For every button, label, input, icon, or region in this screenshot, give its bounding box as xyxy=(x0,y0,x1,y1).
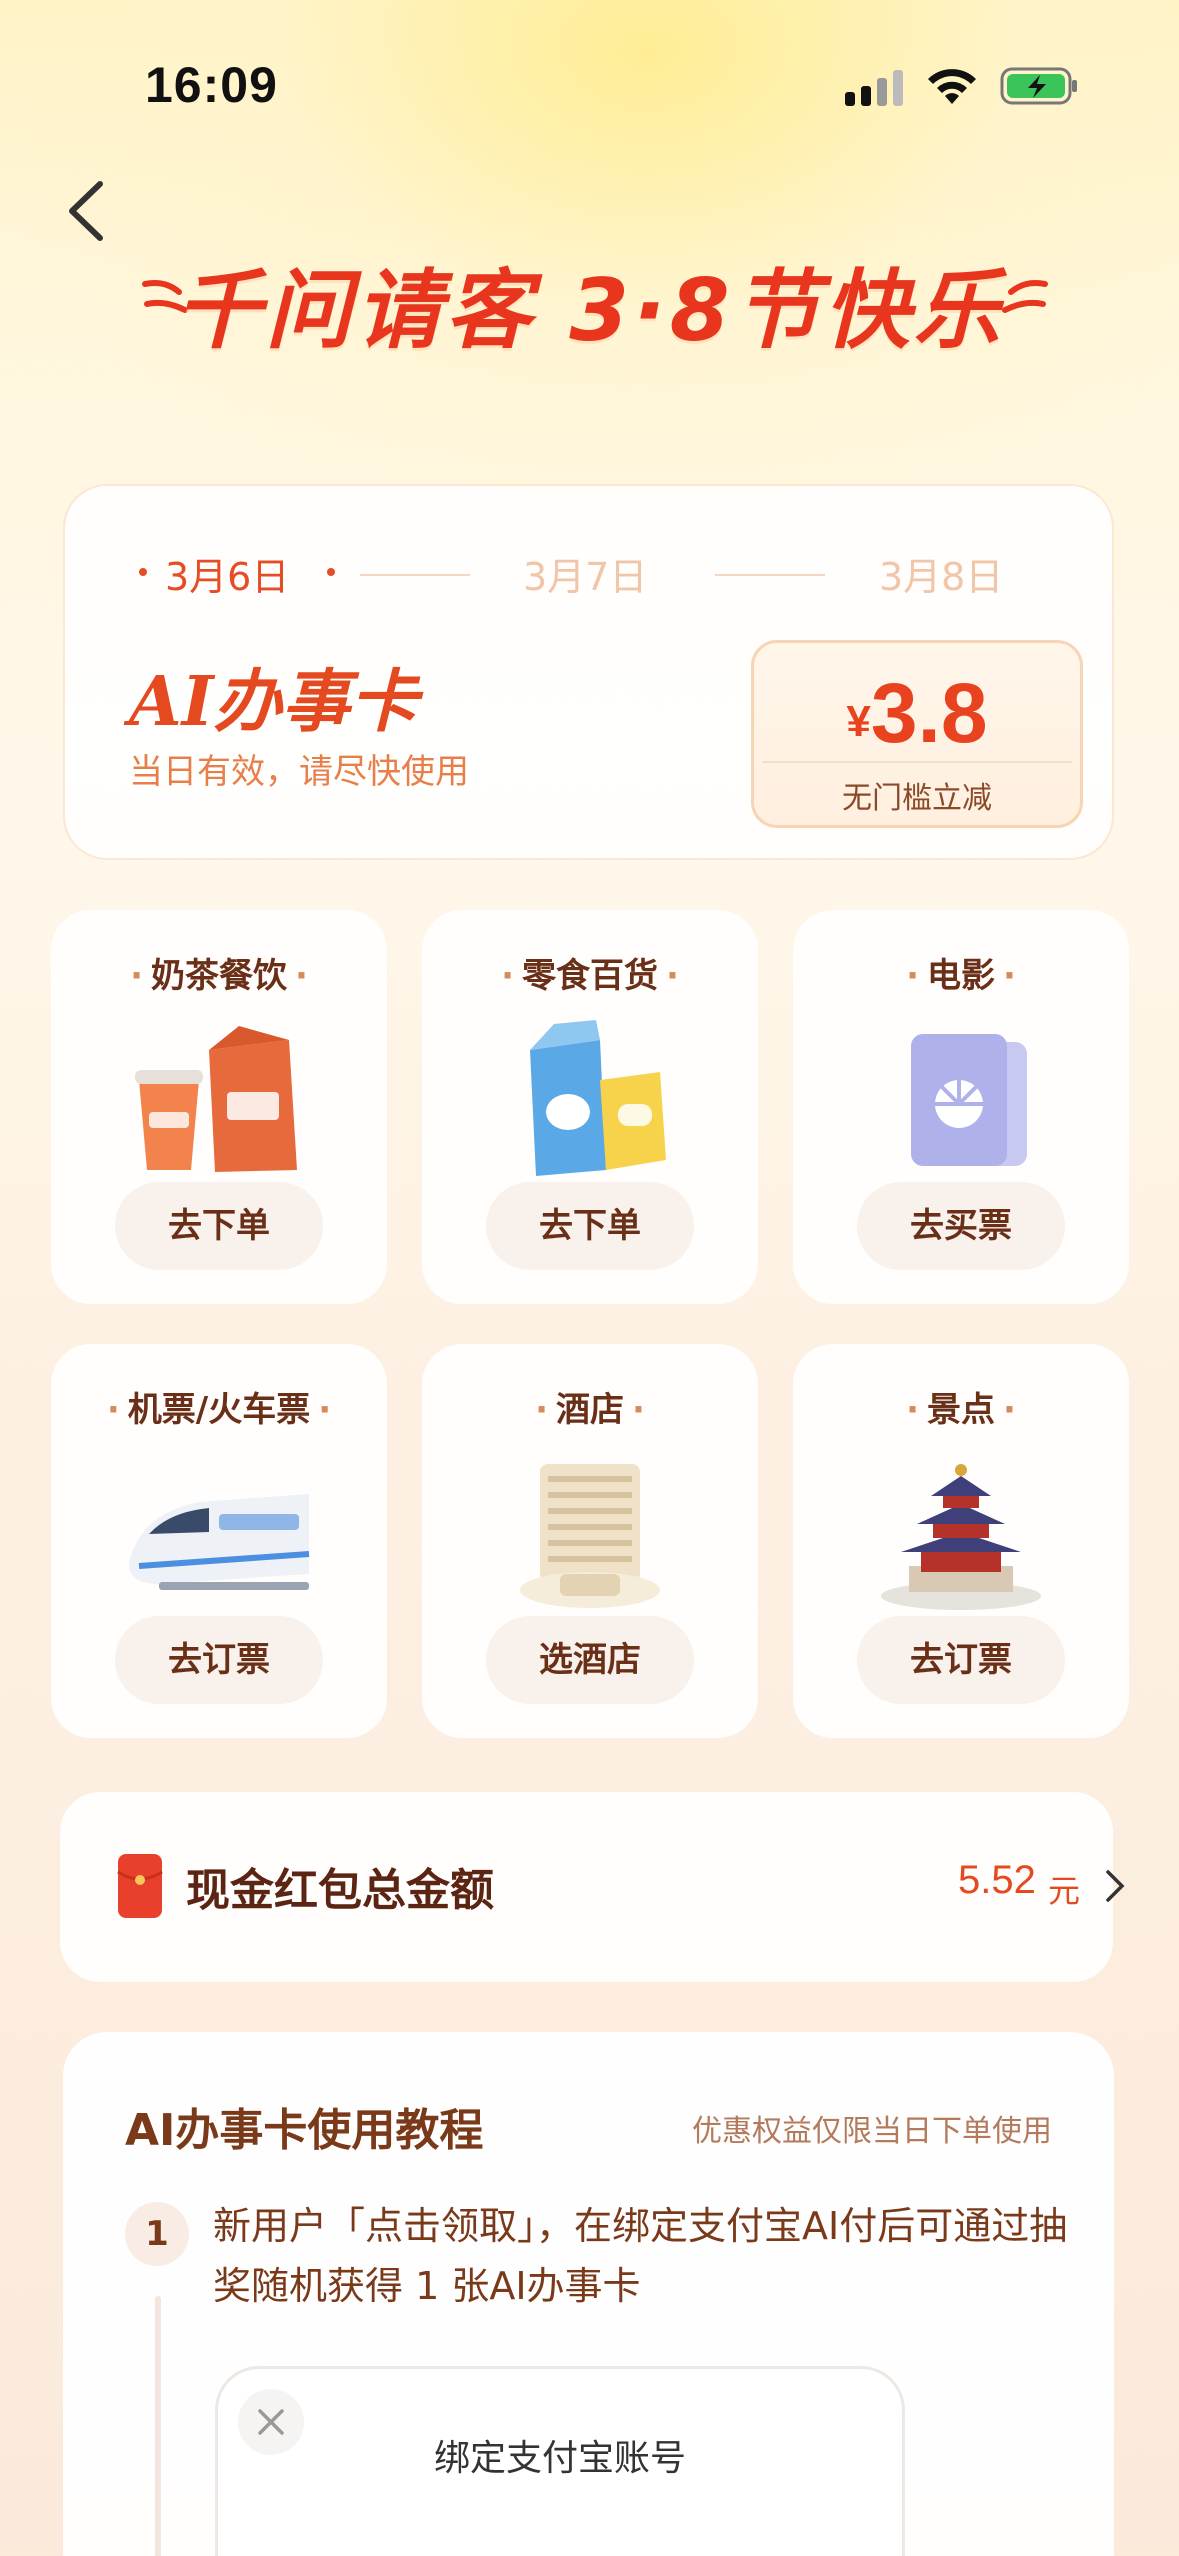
tutorial-section: AI办事卡使用教程 优惠权益仅限当日下单使用 1 新用户「点击领取」，在绑定支付… xyxy=(63,2032,1114,2556)
step-text: 新用户「点击领取」，在绑定支付宝AI付后可通过抽奖随机获得 1 张AI办事卡 xyxy=(213,2204,1068,2308)
date-item-mar8[interactable]: 3月8日 xyxy=(879,546,1003,601)
tile-flight-train[interactable]: 机票/火车票 去订票 xyxy=(51,1344,387,1738)
red-packet-row[interactable]: 现金红包总金额 5.52 元 xyxy=(60,1792,1125,1982)
tile-attractions[interactable]: 景点 去订票 xyxy=(793,1344,1129,1738)
coupon-badge[interactable]: ¥3.8 无门槛立减 xyxy=(751,640,1083,828)
status-bar: 16:09 xyxy=(0,0,1179,150)
date-item-mar6[interactable]: 3月6日 xyxy=(165,546,289,601)
red-packet-label: 现金红包总金额 xyxy=(186,1865,494,1916)
tile-title: 机票/火车票 xyxy=(51,1382,387,1431)
coupon-divider xyxy=(762,761,1072,763)
tile-hotel[interactable]: 酒店 选酒店 xyxy=(422,1344,758,1738)
step-number: 1 xyxy=(125,2202,189,2266)
battery-charging-icon xyxy=(1000,67,1077,105)
coupon-currency: ¥ xyxy=(846,697,871,746)
date-divider xyxy=(715,574,825,576)
hotel-icon xyxy=(520,1464,660,1608)
right-sparkle-icon xyxy=(1002,280,1048,313)
date-item-mar7[interactable]: 3月7日 xyxy=(523,546,647,601)
tile-snacks[interactable]: 零食百货 去下单 xyxy=(422,910,758,1304)
active-date-dot xyxy=(139,568,147,576)
snacks-icon xyxy=(530,1020,666,1176)
tile-title: 景点 xyxy=(793,1382,1129,1431)
date-timeline: 3月6日 3月7日 3月8日 xyxy=(65,546,1112,606)
order-button[interactable]: 去下单 xyxy=(486,1182,694,1270)
ai-card-panel: 3月6日 3月7日 3月8日 AI办事卡 当日有效，请尽快使用 ¥3.8 无门槛… xyxy=(63,484,1114,860)
book-ticket-button[interactable]: 去订票 xyxy=(115,1616,323,1704)
tile-title: 奶茶餐饮 xyxy=(51,948,387,997)
red-packet-amount: 5.52 xyxy=(958,1858,1036,1902)
buy-ticket-button[interactable]: 去买票 xyxy=(857,1182,1065,1270)
card-subtitle: 当日有效，请尽快使用 xyxy=(129,752,469,792)
tile-title: 酒店 xyxy=(422,1382,758,1431)
card-title: AI办事卡 xyxy=(129,662,418,742)
bind-account-dialog-preview: 绑定支付宝账号 xyxy=(215,2366,905,2556)
step-connector xyxy=(155,2296,161,2556)
red-envelope-icon xyxy=(117,1854,163,1918)
active-date-dot xyxy=(327,568,335,576)
tutorial-title: AI办事卡使用教程 xyxy=(125,2105,484,2156)
order-button[interactable]: 去下单 xyxy=(115,1182,323,1270)
choose-hotel-button[interactable]: 选酒店 xyxy=(486,1616,694,1704)
coupon-amount: ¥3.8 xyxy=(754,665,1080,762)
wifi-icon xyxy=(928,69,976,104)
tile-title: 零食百货 xyxy=(422,948,758,997)
date-divider xyxy=(360,574,470,576)
temple-icon xyxy=(881,1464,1041,1610)
tutorial-note: 优惠权益仅限当日下单使用 xyxy=(692,2114,1052,2149)
cellular-signal-icon xyxy=(845,68,905,106)
movie-ticket-icon xyxy=(911,1034,1027,1166)
tile-movie[interactable]: 电影 去买票 xyxy=(793,910,1129,1304)
red-packet-unit: 元 xyxy=(1048,1872,1081,1910)
coupon-note: 无门槛立减 xyxy=(842,781,992,816)
back-arrow-icon[interactable] xyxy=(62,176,112,246)
dialog-title: 绑定支付宝账号 xyxy=(433,2438,686,2479)
milk-tea-bag-icon xyxy=(135,1026,297,1172)
chevron-right-icon xyxy=(1106,1870,1125,1902)
tile-milk-tea[interactable]: 奶茶餐饮 去下单 xyxy=(51,910,387,1304)
book-ticket-button[interactable]: 去订票 xyxy=(857,1616,1065,1704)
tile-title: 电影 xyxy=(793,948,1129,997)
status-time: 16:09 xyxy=(145,57,278,113)
coupon-value: 3.8 xyxy=(870,666,988,760)
train-icon xyxy=(129,1494,310,1590)
